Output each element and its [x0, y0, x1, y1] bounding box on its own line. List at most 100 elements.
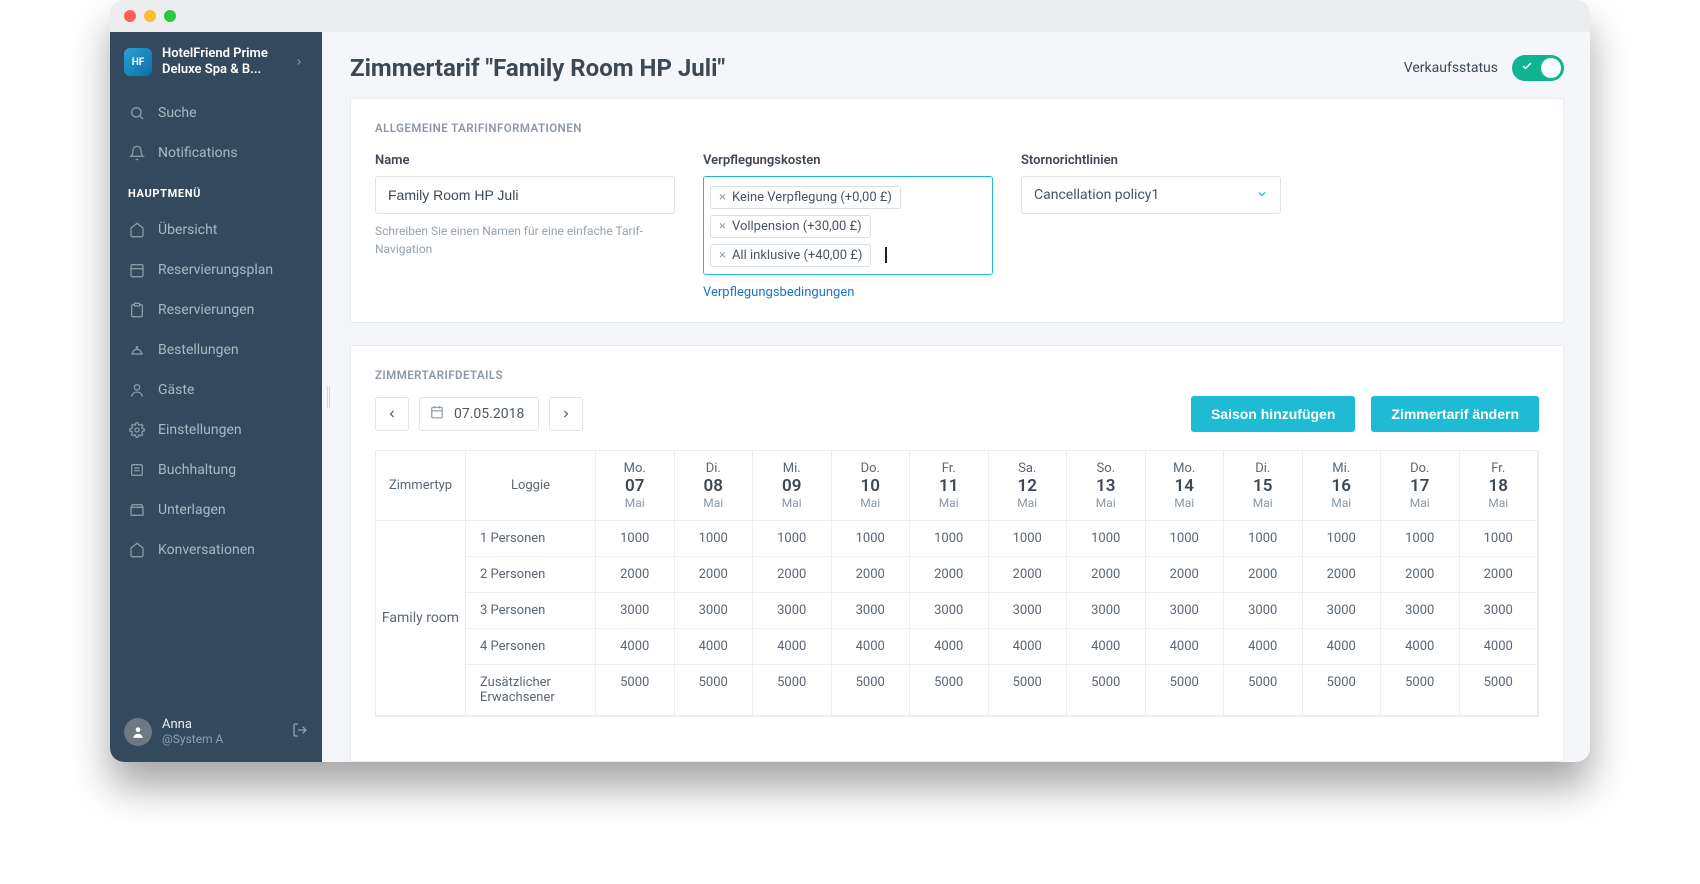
price-cell[interactable]: 2000 — [1381, 557, 1460, 593]
prev-date-button[interactable] — [375, 397, 409, 431]
price-cell[interactable]: 4000 — [989, 629, 1068, 665]
price-cell[interactable]: 5000 — [989, 665, 1068, 716]
price-cell[interactable]: 3000 — [1146, 593, 1225, 629]
chevron-right-icon — [290, 53, 308, 71]
name-input[interactable] — [375, 176, 675, 214]
chip-remove-icon[interactable]: × — [719, 248, 726, 263]
price-cell[interactable]: 3000 — [1224, 593, 1303, 629]
price-cell[interactable]: 1000 — [675, 521, 754, 557]
price-cell[interactable]: 3000 — [1381, 593, 1460, 629]
next-date-button[interactable] — [549, 397, 583, 431]
price-cell[interactable]: 5000 — [910, 665, 989, 716]
logout-icon[interactable] — [292, 722, 308, 742]
chip-remove-icon[interactable]: × — [719, 190, 726, 205]
price-cell[interactable]: 1000 — [1067, 521, 1146, 557]
price-cell[interactable]: 2000 — [989, 557, 1068, 593]
sales-status-toggle[interactable] — [1512, 55, 1564, 81]
price-cell[interactable]: 2000 — [1067, 557, 1146, 593]
price-cell[interactable]: 1000 — [1303, 521, 1382, 557]
price-cell[interactable]: 1000 — [596, 521, 675, 557]
price-cell[interactable]: 5000 — [1381, 665, 1460, 716]
price-cell[interactable]: 4000 — [1381, 629, 1460, 665]
price-cell[interactable]: 4000 — [1460, 629, 1539, 665]
cancel-policy-select[interactable]: Cancellation policy1 — [1021, 176, 1281, 214]
chip-remove-icon[interactable]: × — [719, 219, 726, 234]
price-cell[interactable]: 4000 — [832, 629, 911, 665]
price-cell[interactable]: 1000 — [910, 521, 989, 557]
price-cell[interactable]: 5000 — [675, 665, 754, 716]
price-cell[interactable]: 2000 — [910, 557, 989, 593]
panel-splitter[interactable] — [322, 32, 334, 762]
price-cell[interactable]: 5000 — [753, 665, 832, 716]
price-cell[interactable]: 3000 — [1067, 593, 1146, 629]
add-season-button[interactable]: Saison hinzufügen — [1191, 396, 1355, 432]
price-cell[interactable]: 5000 — [1224, 665, 1303, 716]
price-cell[interactable]: 5000 — [596, 665, 675, 716]
price-cell[interactable]: 2000 — [832, 557, 911, 593]
catering-conditions-link[interactable]: Verpflegungsbedingungen — [703, 285, 854, 300]
price-cell[interactable]: 4000 — [596, 629, 675, 665]
price-cell[interactable]: 1000 — [1146, 521, 1225, 557]
window-minimize[interactable] — [144, 10, 156, 22]
price-cell[interactable]: 4000 — [675, 629, 754, 665]
sidebar-item-buchhaltung[interactable]: Buchhaltung — [110, 450, 322, 490]
price-cell[interactable]: 1000 — [753, 521, 832, 557]
sidebar-item-unterlagen[interactable]: Unterlagen — [110, 490, 322, 530]
sidebar-item-reservierungsplan[interactable]: Reservierungsplan — [110, 250, 322, 290]
price-cell[interactable]: 3000 — [675, 593, 754, 629]
price-cell[interactable]: 2000 — [1224, 557, 1303, 593]
avatar[interactable] — [124, 718, 152, 746]
sidebar-item-bestellungen[interactable]: Bestellungen — [110, 330, 322, 370]
sidebar-item-einstellungen[interactable]: Einstellungen — [110, 410, 322, 450]
sales-status-label: Verkaufsstatus — [1404, 60, 1498, 76]
price-cell[interactable]: 1000 — [989, 521, 1068, 557]
price-cell[interactable]: 4000 — [1146, 629, 1225, 665]
price-cell[interactable]: 3000 — [753, 593, 832, 629]
price-cell[interactable]: 4000 — [1067, 629, 1146, 665]
box-icon — [128, 501, 146, 519]
price-cell[interactable]: 5000 — [1067, 665, 1146, 716]
price-cell[interactable]: 4000 — [1224, 629, 1303, 665]
price-cell[interactable]: 2000 — [596, 557, 675, 593]
sidebar-search[interactable]: Suche — [110, 93, 322, 133]
price-cell[interactable]: 3000 — [989, 593, 1068, 629]
sidebar-notifications[interactable]: Notifications — [110, 133, 322, 173]
price-cell[interactable]: 2000 — [1303, 557, 1382, 593]
price-cell[interactable]: 1000 — [1224, 521, 1303, 557]
price-cell[interactable]: 2000 — [753, 557, 832, 593]
price-cell[interactable]: 2000 — [1460, 557, 1539, 593]
window-maximize[interactable] — [164, 10, 176, 22]
price-cell[interactable]: 1000 — [1460, 521, 1539, 557]
sidebar-item-reservierungen[interactable]: Reservierungen — [110, 290, 322, 330]
sidebar-item-konversationen[interactable]: Konversationen — [110, 530, 322, 570]
catering-chip[interactable]: ×All inklusive (+40,00 £) — [710, 244, 871, 267]
th-day: Do.17Mai — [1381, 451, 1460, 521]
price-cell[interactable]: 2000 — [1146, 557, 1225, 593]
price-cell[interactable]: 3000 — [910, 593, 989, 629]
price-cell[interactable]: 5000 — [832, 665, 911, 716]
sidebar-item-übersicht[interactable]: Übersicht — [110, 210, 322, 250]
date-picker[interactable]: 07.05.2018 — [419, 397, 539, 431]
org-switcher[interactable]: HF HotelFriend Prime Deluxe Spa & B... — [110, 32, 322, 93]
price-cell[interactable]: 2000 — [675, 557, 754, 593]
price-cell[interactable]: 4000 — [753, 629, 832, 665]
price-cell[interactable]: 4000 — [1303, 629, 1382, 665]
price-cell[interactable]: 3000 — [832, 593, 911, 629]
user-handle: @System A — [162, 732, 223, 746]
price-cell[interactable]: 1000 — [832, 521, 911, 557]
price-cell[interactable]: 3000 — [1460, 593, 1539, 629]
edit-tariff-button[interactable]: Zimmertarif ändern — [1371, 396, 1539, 432]
sidebar-search-label: Suche — [158, 105, 197, 121]
window-close[interactable] — [124, 10, 136, 22]
catering-chip[interactable]: ×Vollpension (+30,00 £) — [710, 215, 871, 238]
price-cell[interactable]: 1000 — [1381, 521, 1460, 557]
catering-chips-input[interactable]: ×Keine Verpflegung (+0,00 £) ×Vollpension… — [703, 176, 993, 275]
price-cell[interactable]: 5000 — [1146, 665, 1225, 716]
price-cell[interactable]: 4000 — [910, 629, 989, 665]
catering-chip[interactable]: ×Keine Verpflegung (+0,00 £) — [710, 186, 901, 209]
price-cell[interactable]: 3000 — [596, 593, 675, 629]
price-cell[interactable]: 3000 — [1303, 593, 1382, 629]
price-cell[interactable]: 5000 — [1303, 665, 1382, 716]
price-cell[interactable]: 5000 — [1460, 665, 1539, 716]
sidebar-item-gäste[interactable]: Gäste — [110, 370, 322, 410]
